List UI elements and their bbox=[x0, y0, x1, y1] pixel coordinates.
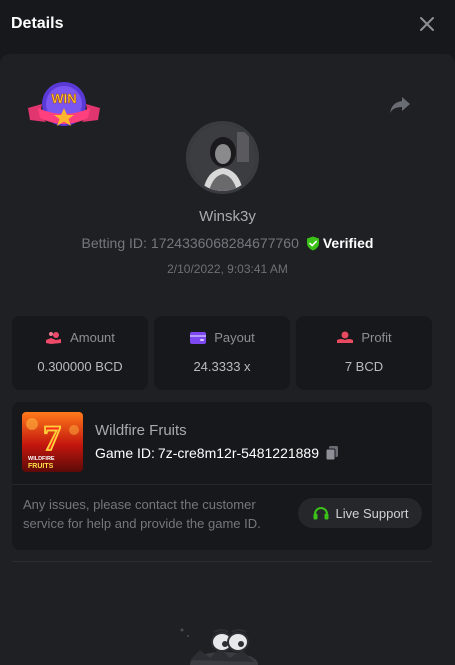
avatar-photo bbox=[189, 124, 256, 191]
payout-value: 24.3333 x bbox=[193, 359, 251, 374]
verified-badge: Verified bbox=[306, 235, 374, 251]
verified-label: Verified bbox=[322, 235, 374, 251]
bet-stats: Amount 0.300000 BCD Payout 24.3333 x Pro… bbox=[12, 316, 432, 390]
mascot-illustration bbox=[180, 628, 258, 665]
share-button[interactable] bbox=[388, 94, 412, 116]
live-support-label: Live Support bbox=[335, 505, 409, 521]
close-button[interactable] bbox=[417, 14, 437, 34]
amount-value: 0.300000 BCD bbox=[37, 359, 123, 374]
game-id-value: 7z-cre8m12r-5481221889 bbox=[157, 445, 320, 461]
game-thumbnail[interactable]: 7 WILDFIRE FRUITS bbox=[22, 412, 83, 472]
close-icon bbox=[420, 17, 434, 31]
live-support-button[interactable]: Live Support bbox=[298, 498, 422, 528]
game-thumbnail-number: 7 bbox=[43, 418, 61, 458]
bet-timestamp: 2/10/2022, 9:03:41 AM bbox=[167, 262, 288, 276]
payout-label: Payout bbox=[214, 330, 255, 345]
stat-profit: Profit 7 BCD bbox=[296, 316, 432, 390]
share-icon bbox=[390, 97, 410, 113]
game-thumbnail-line2: FRUITS bbox=[28, 463, 54, 470]
game-box-divider bbox=[12, 484, 432, 485]
betting-id-label: Betting ID: bbox=[81, 235, 147, 251]
stat-payout: Payout 24.3333 x bbox=[154, 316, 290, 390]
modal-title: Details bbox=[11, 15, 64, 32]
profit-value: 7 BCD bbox=[344, 359, 384, 374]
details-modal: Details WIN Winsk3y Betting ID: 17243360… bbox=[0, 0, 455, 665]
wallet-card-icon bbox=[190, 331, 207, 344]
coins-hand-icon bbox=[46, 331, 62, 344]
game-id-row: Game ID: 7z-cre8m12r-5481221889 bbox=[95, 445, 339, 461]
game-id-label: Game ID: bbox=[95, 445, 155, 461]
game-info-box: 7 WILDFIRE FRUITS Wildfire Fruits Game I… bbox=[12, 402, 432, 550]
stat-amount: Amount 0.300000 BCD bbox=[12, 316, 148, 390]
amount-label: Amount bbox=[70, 330, 115, 345]
hand-profit-icon bbox=[337, 331, 354, 343]
support-message: Any issues, please contact the customer … bbox=[23, 497, 261, 531]
bet-details-card: WIN Winsk3y Betting ID: 1724336068284677… bbox=[0, 54, 455, 665]
copy-game-id-button[interactable] bbox=[325, 445, 339, 461]
avatar[interactable] bbox=[186, 121, 259, 194]
game-name[interactable]: Wildfire Fruits bbox=[95, 422, 187, 439]
copy-icon bbox=[325, 446, 339, 461]
win-badge-text: WIN bbox=[51, 91, 76, 106]
win-badge-icon: WIN bbox=[28, 82, 100, 126]
section-divider bbox=[12, 561, 432, 562]
betting-id-line: Betting ID: 1724336068284677760 Verified bbox=[0, 235, 455, 251]
modal-header: Details bbox=[0, 0, 455, 48]
betting-id-value: 1724336068284677760 bbox=[150, 235, 299, 251]
profit-label: Profit bbox=[361, 330, 392, 345]
game-thumbnail-line1: WILDFIRE bbox=[28, 456, 55, 462]
headset-icon bbox=[313, 507, 328, 520]
shield-check-icon bbox=[306, 236, 319, 250]
username: Winsk3y bbox=[199, 208, 256, 225]
game-thumbnail-image: 7 WILDFIRE FRUITS bbox=[22, 412, 83, 472]
